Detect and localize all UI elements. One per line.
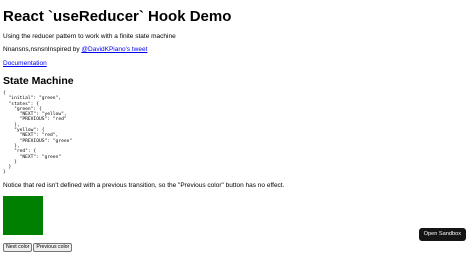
note-text: Notice that red isn't defined with a pre… [3, 182, 285, 189]
state-machine-code: { "initial": "green", "states": { "green… [3, 91, 73, 176]
button-row: Next color Previous color [3, 235, 73, 253]
docs-line: Documentation [3, 60, 47, 67]
intro-text: Using the reducer pattern to work with a… [3, 33, 176, 40]
open-sandbox-button[interactable]: Open Sandbox [418, 228, 466, 241]
inspired-line: Nnansns,nsnsnInspired by @DavidKPiano's … [3, 46, 147, 53]
traffic-light-swatch [3, 196, 43, 235]
page-title: React `useReducer` Hook Demo [3, 8, 232, 25]
inspired-prefix: Nnansns,nsnsnInspired by [3, 46, 82, 53]
documentation-link[interactable]: Documentation [3, 60, 47, 67]
tweet-link[interactable]: @DavidKPiano's tweet [81, 46, 147, 53]
section-title: State Machine [3, 75, 74, 87]
